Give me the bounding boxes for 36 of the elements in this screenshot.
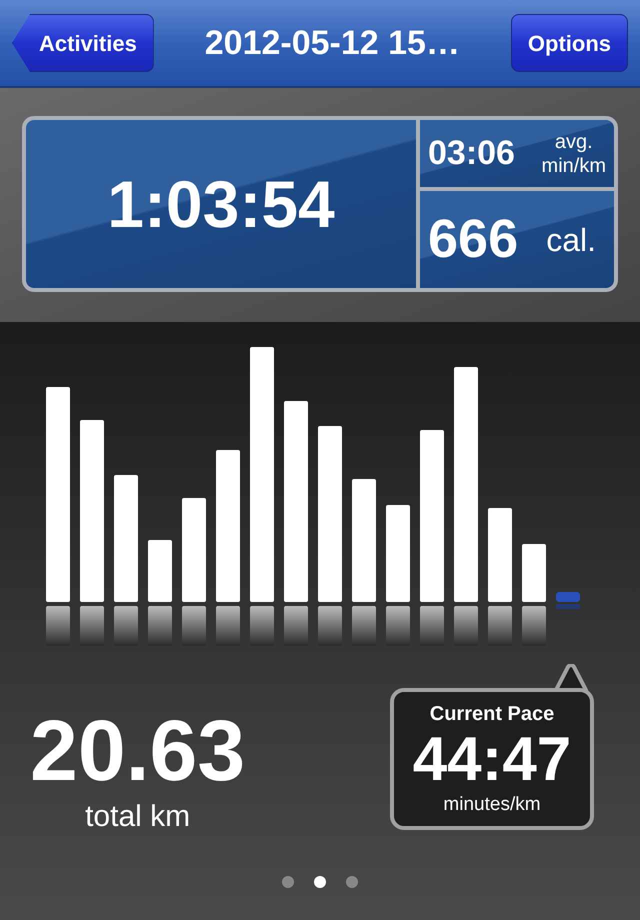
pace-unit: min/km [542,154,606,178]
bar-reflection [148,606,172,646]
distance-value: 20.63 [30,708,246,794]
bar-reflection [386,606,410,646]
pace-title: Current Pace [430,702,554,727]
bar-reflection [522,606,546,646]
page-dot[interactable] [314,876,326,888]
pace-unit: avg. [554,130,594,154]
duration-value: 1:03:54 [107,166,335,242]
chart-bar [148,540,172,602]
bar-reflection [556,604,580,609]
bar-reflection [488,606,512,646]
bar-reflection [454,606,478,646]
bar-reflection [182,606,206,646]
calories-value: 666 [428,208,518,271]
pace-unit-label: minutes/km [443,792,541,817]
chart-bar [522,544,546,602]
page-dot[interactable] [282,876,294,888]
bar-reflection [318,606,342,646]
bar-reflection [216,606,240,646]
bar-reflection [114,606,138,646]
bar-reflection [352,606,376,646]
calories-unit: cal. [546,220,596,260]
back-button[interactable]: Activities [12,14,154,72]
current-bar [556,592,580,602]
bar-reflection [420,606,444,646]
bar-reflection [250,606,274,646]
page-dot[interactable] [346,876,358,888]
options-button[interactable]: Options [510,14,628,72]
pace-value: 03:06 [428,133,515,174]
bar-reflection [80,606,104,646]
nav-title: 2012-05-12 15… [204,22,460,64]
distance-label: total km [84,799,192,835]
bar-reflection [284,606,308,646]
bar-reflection [46,606,70,646]
current-pace-value: 44:47 [412,728,572,791]
